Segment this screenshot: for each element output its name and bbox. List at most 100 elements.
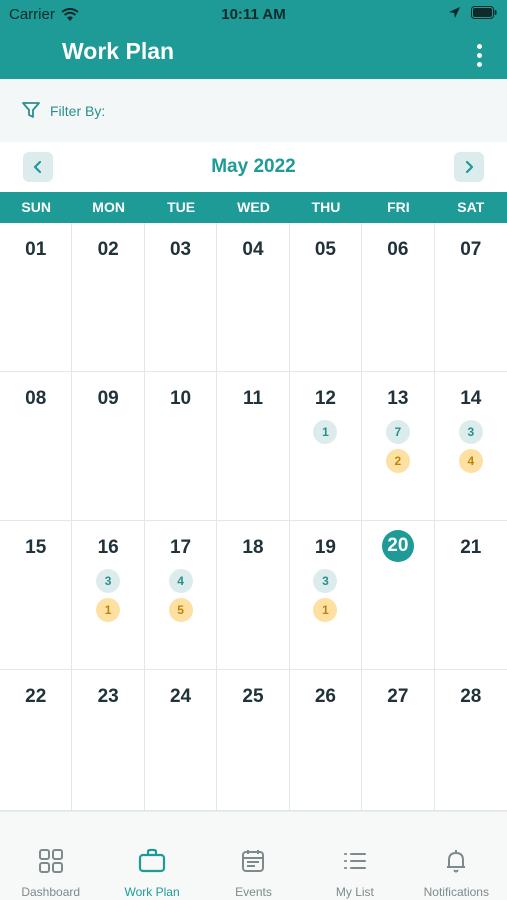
calendar-day-cell[interactable]: 03 <box>144 223 218 372</box>
tab-label: Dashboard <box>21 885 81 899</box>
task-count-badge: 3 <box>458 420 483 444</box>
calendar-day-cell[interactable]: 26 <box>289 670 363 811</box>
more-dots-icon <box>476 43 482 49</box>
calendar-day-cell[interactable]: 16 3 1 <box>72 521 145 670</box>
pending-count-badge: 1 <box>96 598 121 622</box>
calendar-day-cell[interactable]: 23 <box>72 670 145 811</box>
briefcase-icon <box>138 848 166 879</box>
date-number: 18 <box>242 537 264 558</box>
weekday-label: WED <box>237 199 270 215</box>
date-number: 26 <box>314 686 336 707</box>
bell-icon <box>443 848 469 879</box>
date-number: 15 <box>25 537 47 558</box>
calendar-day-cell[interactable]: 15 <box>0 521 73 670</box>
date-number: 11 <box>242 388 264 409</box>
task-count-badge: 3 <box>313 569 338 593</box>
pending-count-badge: 4 <box>458 449 483 473</box>
pending-count-badge: 2 <box>385 449 410 473</box>
tab-notifications[interactable]: Notifications <box>406 812 507 900</box>
date-number: 13 <box>387 388 409 409</box>
date-number: 12 <box>314 388 336 409</box>
date-number: 02 <box>97 239 119 260</box>
date-number: 27 <box>387 686 409 707</box>
filter-label: Filter By: <box>50 102 106 119</box>
tab-label: My List <box>335 885 374 899</box>
calendar-day-cell[interactable]: 24 <box>144 670 218 811</box>
date-number: 03 <box>169 239 192 260</box>
chevron-right-icon <box>465 160 474 174</box>
calendar-icon <box>240 848 266 879</box>
calendar-day-cell[interactable]: 13 7 2 <box>362 372 435 521</box>
more-dots-icon <box>476 61 482 67</box>
calendar-day-cell[interactable]: 05 <box>289 223 363 372</box>
date-number: 25 <box>242 686 264 707</box>
tab-label: Notifications <box>423 885 489 899</box>
calendar-day-cell[interactable]: 20 <box>362 521 435 670</box>
tab-my-list[interactable]: My List <box>304 812 405 900</box>
date-number: 09 <box>97 388 119 409</box>
calendar-day-cell[interactable]: 07 <box>434 223 507 372</box>
date-number: 10 <box>169 388 192 409</box>
pending-count-badge: 1 <box>313 598 338 622</box>
list-icon <box>342 848 368 879</box>
next-month-button[interactable] <box>454 152 484 182</box>
calendar-day-cell[interactable]: 09 <box>72 372 145 521</box>
page-title: Work Plan <box>62 38 175 64</box>
date-number: 01 <box>25 239 47 260</box>
calendar-day-cell[interactable]: 27 <box>362 670 435 811</box>
calendar-day-cell[interactable]: 18 <box>217 521 290 670</box>
weekday-header: SUN MON TUE WED THU FRI SAT <box>0 192 507 223</box>
status-right <box>448 6 497 19</box>
date-number: 06 <box>387 239 409 260</box>
more-dots-icon <box>476 52 482 58</box>
calendar-day-cell[interactable]: 12 1 <box>289 372 363 521</box>
weekday-label: TUE <box>167 199 196 215</box>
calendar-day-cell[interactable]: 06 <box>362 223 435 372</box>
calendar-day-cell[interactable]: 14 3 4 <box>434 372 507 521</box>
task-count-badge: 1 <box>313 420 338 444</box>
weekday-label: FRI <box>387 199 410 215</box>
battery-icon <box>471 6 497 19</box>
event-badges: 72 <box>362 420 433 473</box>
task-count-badge: 4 <box>168 569 193 593</box>
weekday-label: SUN <box>21 199 51 215</box>
more-menu-button[interactable] <box>469 40 489 70</box>
status-time: 10:11 AM <box>221 6 286 23</box>
date-number: 21 <box>460 537 482 558</box>
grid-icon <box>38 848 64 879</box>
bottom-tab-bar: Dashboard Work Plan Events My List Notificat… <box>0 811 507 900</box>
filter-icon <box>22 102 40 118</box>
calendar-day-cell[interactable]: 22 <box>0 670 73 811</box>
event-badges: 34 <box>435 420 507 473</box>
pending-count-badge: 5 <box>168 598 193 622</box>
weekday-label: SAT <box>457 199 485 215</box>
calendar-day-cell[interactable]: 10 <box>144 372 218 521</box>
calendar-day-cell[interactable]: 01 <box>0 223 73 372</box>
app-header: Work Plan <box>0 30 507 79</box>
calendar-day-cell[interactable]: 17 4 5 <box>144 521 218 670</box>
today-date-number: 20 <box>381 530 414 562</box>
calendar-day-cell[interactable]: 19 3 1 <box>289 521 363 670</box>
calendar-day-cell[interactable]: 25 <box>217 670 290 811</box>
date-number: 17 <box>169 537 192 558</box>
calendar-day-cell[interactable]: 08 <box>0 372 73 521</box>
date-number: 04 <box>242 239 264 260</box>
calendar-day-cell[interactable]: 11 <box>217 372 290 521</box>
tab-dashboard[interactable]: Dashboard <box>0 812 101 900</box>
calendar-day-cell[interactable]: 21 <box>434 521 507 670</box>
month-title: May 2022 <box>211 156 296 177</box>
event-badges: 1 <box>290 420 361 444</box>
date-number: 16 <box>97 537 119 558</box>
calendar-day-cell[interactable]: 02 <box>72 223 145 372</box>
month-navigation: May 2022 <box>0 142 507 192</box>
tab-events[interactable]: Events <box>203 812 304 900</box>
filter-button[interactable]: Filter By: <box>0 79 507 142</box>
calendar-day-cell[interactable]: 04 <box>217 223 290 372</box>
date-number: 08 <box>25 388 47 409</box>
calendar-day-cell[interactable]: 28 <box>434 670 507 811</box>
weekday-label: MON <box>92 199 125 215</box>
date-number: 19 <box>314 537 336 558</box>
tab-work-plan[interactable]: Work Plan <box>101 812 202 900</box>
date-number: 22 <box>25 686 47 707</box>
tab-label: Events <box>235 885 272 899</box>
